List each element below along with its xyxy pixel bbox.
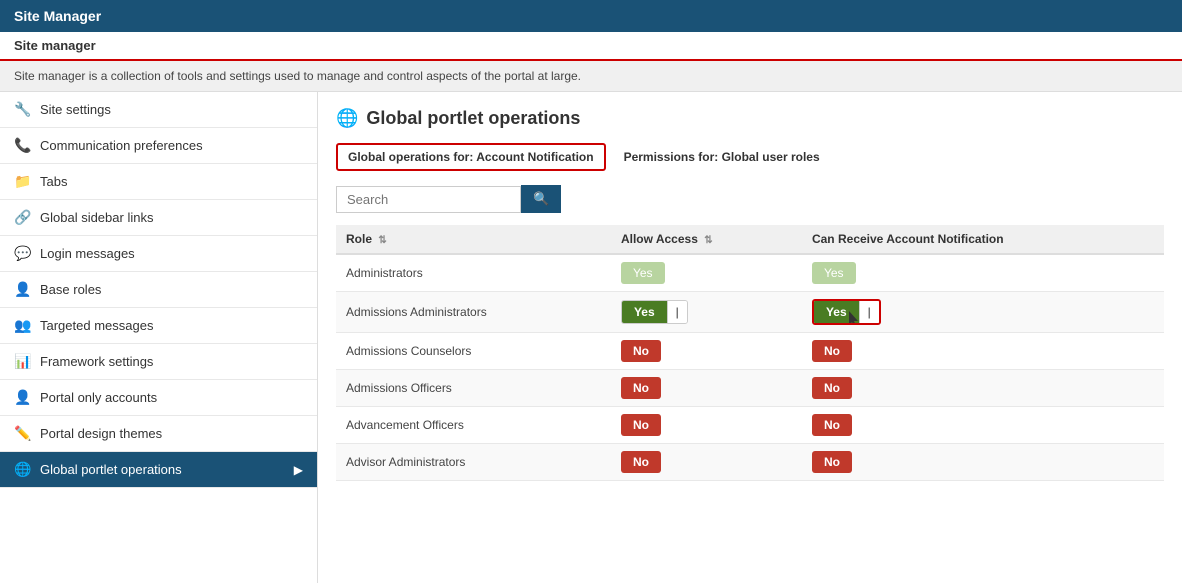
sidebar-item-base-roles[interactable]: 👤 Base roles bbox=[0, 272, 317, 308]
cell-allow-access: No bbox=[611, 444, 802, 481]
content-title-text: Global portlet operations bbox=[366, 108, 580, 129]
btn-no-active-access[interactable]: No bbox=[621, 414, 661, 436]
cell-allow-access: No bbox=[611, 333, 802, 370]
sidebar-item-portal-only-accounts[interactable]: 👤 Portal only accounts bbox=[0, 380, 317, 416]
sidebar-icon-targeted-messages: 👥 bbox=[14, 317, 32, 334]
table-row: Admissions Administrators Yes | Yes| bbox=[336, 292, 1164, 333]
btn-no-active-receive[interactable]: No bbox=[812, 414, 852, 436]
sidebar-label-global-portlet-operations: Global portlet operations bbox=[40, 462, 182, 477]
cell-can-receive: No bbox=[802, 370, 1164, 407]
permissions-prefix: Permissions for: bbox=[624, 150, 722, 164]
sidebar-icon-global-portlet-operations: 🌐 bbox=[14, 461, 32, 478]
sidebar-item-framework-settings[interactable]: 📊 Framework settings bbox=[0, 344, 317, 380]
content-area: 🌐 Global portlet operations Global opera… bbox=[318, 92, 1182, 583]
sidebar-icon-framework-settings: 📊 bbox=[14, 353, 32, 370]
cell-role: Administrators bbox=[336, 254, 611, 292]
sidebar-icon-portal-design-themes: ✏️ bbox=[14, 425, 32, 442]
btn-no-off-receive[interactable]: | bbox=[859, 301, 879, 323]
top-bar-title: Site Manager bbox=[14, 8, 101, 24]
table-row: Admissions Counselors No No bbox=[336, 333, 1164, 370]
sidebar-label-site-settings: Site settings bbox=[40, 102, 111, 117]
sort-icon-access: ⇅ bbox=[704, 235, 712, 246]
globe-icon: 🌐 bbox=[336, 108, 358, 129]
breadcrumb-bar: Site manager bbox=[0, 32, 1182, 61]
sidebar-icon-portal-only-accounts: 👤 bbox=[14, 389, 32, 406]
sidebar-icon-global-sidebar-links: 🔗 bbox=[14, 209, 32, 226]
cell-can-receive: No bbox=[802, 333, 1164, 370]
search-input[interactable] bbox=[336, 186, 521, 213]
filter-prefix: Global operations for: bbox=[348, 150, 476, 164]
sidebar-label-framework-settings: Framework settings bbox=[40, 354, 153, 369]
cell-can-receive: No bbox=[802, 407, 1164, 444]
sidebar-item-login-messages[interactable]: 💬 Login messages bbox=[0, 236, 317, 272]
sidebar-label-login-messages: Login messages bbox=[40, 246, 135, 261]
table-row: Admissions Officers No No bbox=[336, 370, 1164, 407]
sidebar-icon-tabs: 📁 bbox=[14, 173, 32, 190]
sidebar-icon-base-roles: 👤 bbox=[14, 281, 32, 298]
sidebar-label-targeted-messages: Targeted messages bbox=[40, 318, 153, 333]
btn-yes-inactive-access[interactable]: Yes bbox=[621, 262, 665, 284]
sidebar-label-tabs: Tabs bbox=[40, 174, 67, 189]
btn-yes-inactive-receive[interactable]: Yes bbox=[812, 262, 856, 284]
permissions-value: Global user roles bbox=[722, 150, 820, 164]
sidebar-label-portal-design-themes: Portal design themes bbox=[40, 426, 162, 441]
cell-role: Admissions Administrators bbox=[336, 292, 611, 333]
sidebar-label-communication-preferences: Communication preferences bbox=[40, 138, 203, 153]
sidebar-label-global-sidebar-links: Global sidebar links bbox=[40, 210, 153, 225]
cell-allow-access: Yes | bbox=[611, 292, 802, 333]
toggle-group-access: Yes | bbox=[621, 300, 688, 324]
sidebar: 🔧 Site settings 📞 Communication preferen… bbox=[0, 92, 318, 583]
top-bar: Site Manager bbox=[0, 0, 1182, 32]
sidebar-item-global-sidebar-links[interactable]: 🔗 Global sidebar links bbox=[0, 200, 317, 236]
cell-role: Admissions Counselors bbox=[336, 333, 611, 370]
permissions-text: Permissions for: Global user roles bbox=[624, 150, 820, 164]
col-role: Role ⇅ bbox=[336, 225, 611, 254]
btn-no-active-access[interactable]: No bbox=[621, 377, 661, 399]
cell-can-receive: Yes bbox=[802, 254, 1164, 292]
cell-allow-access: Yes bbox=[611, 254, 802, 292]
btn-yes-on-receive[interactable]: Yes bbox=[814, 301, 859, 323]
sidebar-label-portal-only-accounts: Portal only accounts bbox=[40, 390, 157, 405]
sidebar-item-site-settings[interactable]: 🔧 Site settings bbox=[0, 92, 317, 128]
table-row: Administrators Yes Yes bbox=[336, 254, 1164, 292]
cell-role: Admissions Officers bbox=[336, 370, 611, 407]
cell-allow-access: No bbox=[611, 370, 802, 407]
sidebar-item-global-portlet-operations[interactable]: 🌐 Global portlet operations bbox=[0, 452, 317, 488]
cell-can-receive: No bbox=[802, 444, 1164, 481]
sidebar-item-tabs[interactable]: 📁 Tabs bbox=[0, 164, 317, 200]
content-title: 🌐 Global portlet operations bbox=[336, 108, 1164, 129]
sidebar-item-communication-preferences[interactable]: 📞 Communication preferences bbox=[0, 128, 317, 164]
toggle-group-receive-highlighted: Yes| bbox=[812, 299, 881, 325]
filter-box: Global operations for: Account Notificat… bbox=[336, 143, 606, 171]
sidebar-icon-site-settings: 🔧 bbox=[14, 101, 32, 118]
roles-table: Role ⇅ Allow Access ⇅ Can Receive Accoun… bbox=[336, 225, 1164, 481]
search-button[interactable]: 🔍 bbox=[521, 185, 561, 213]
breadcrumb-label: Site manager bbox=[14, 38, 96, 53]
cell-role: Advancement Officers bbox=[336, 407, 611, 444]
cell-allow-access: No bbox=[611, 407, 802, 444]
sidebar-item-targeted-messages[interactable]: 👥 Targeted messages bbox=[0, 308, 317, 344]
sidebar-icon-login-messages: 💬 bbox=[14, 245, 32, 262]
col-allow-access: Allow Access ⇅ bbox=[611, 225, 802, 254]
description-text: Site manager is a collection of tools an… bbox=[14, 69, 581, 83]
filter-value: Account Notification bbox=[476, 150, 593, 164]
table-row: Advisor Administrators No No bbox=[336, 444, 1164, 481]
sidebar-label-base-roles: Base roles bbox=[40, 282, 101, 297]
btn-no-active-receive[interactable]: No bbox=[812, 451, 852, 473]
table-row: Advancement Officers No No bbox=[336, 407, 1164, 444]
btn-no-active-receive[interactable]: No bbox=[812, 377, 852, 399]
sidebar-item-portal-design-themes[interactable]: ✏️ Portal design themes bbox=[0, 416, 317, 452]
btn-no-off[interactable]: | bbox=[667, 301, 687, 323]
sidebar-icon-communication-preferences: 📞 bbox=[14, 137, 32, 154]
col-can-receive: Can Receive Account Notification bbox=[802, 225, 1164, 254]
cell-can-receive: Yes| bbox=[802, 292, 1164, 333]
btn-no-active-receive[interactable]: No bbox=[812, 340, 852, 362]
btn-no-active-access[interactable]: No bbox=[621, 451, 661, 473]
cell-role: Advisor Administrators bbox=[336, 444, 611, 481]
description-bar: Site manager is a collection of tools an… bbox=[0, 61, 1182, 92]
sort-icon-role: ⇅ bbox=[378, 235, 386, 246]
btn-yes-on[interactable]: Yes bbox=[622, 301, 667, 323]
btn-no-active-access[interactable]: No bbox=[621, 340, 661, 362]
